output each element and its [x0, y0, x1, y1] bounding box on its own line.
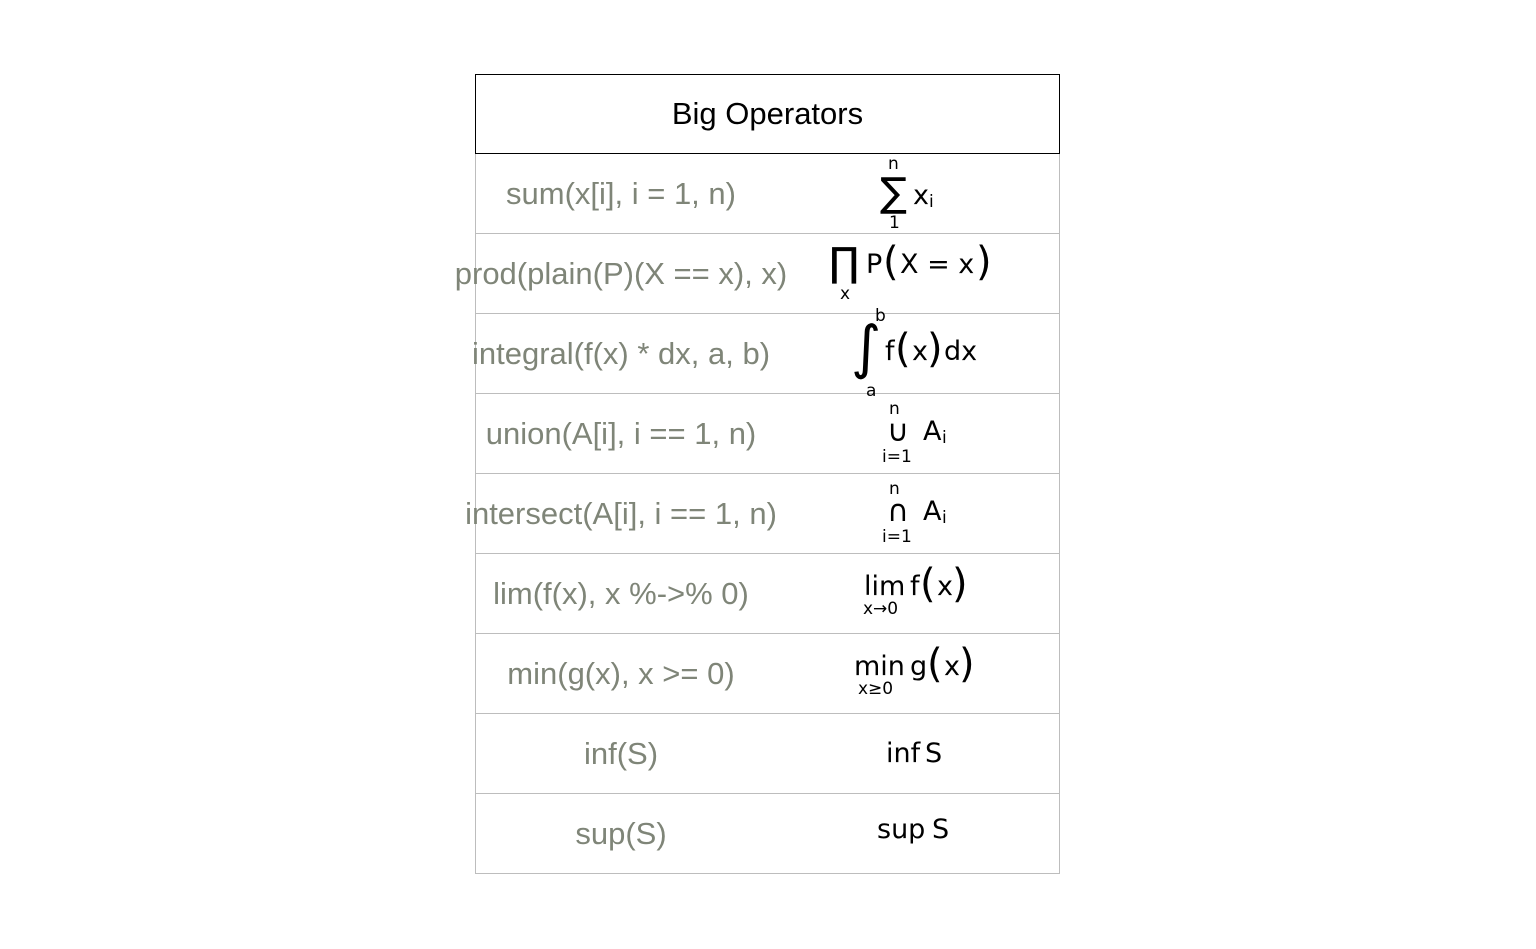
operand-argument: x	[912, 336, 928, 367]
upper-limit: b	[875, 306, 886, 326]
operand-function: f	[885, 336, 895, 367]
expression-code: union(A[i], i == 1, n)	[485, 416, 757, 451]
close-paren: )	[952, 561, 968, 607]
open-paren: (	[895, 326, 911, 372]
operand-subscript: i	[929, 192, 934, 212]
minimum-operator: min	[854, 651, 905, 682]
close-paren: )	[976, 239, 992, 285]
expression-code: sup(S)	[575, 816, 667, 851]
rendered-math: sup S	[769, 794, 1061, 874]
table-title: Big Operators	[475, 74, 1060, 154]
supremum-operator: sup	[877, 814, 926, 845]
lower-limit: x	[840, 284, 851, 304]
open-paren: (	[927, 641, 943, 687]
operand-argument: x	[937, 571, 953, 602]
table-row-sup: sup(S) sup S	[475, 794, 1060, 874]
operand: x	[913, 180, 929, 211]
operand-function: f	[910, 571, 920, 602]
expression-code: integral(f(x) * dx, a, b)	[471, 336, 771, 371]
operand-subscript: i	[942, 428, 947, 448]
operand-subscript: i	[942, 508, 947, 528]
expression-code: intersect(A[i], i == 1, n)	[465, 496, 777, 531]
table-row-union: union(A[i], i == 1, n) n ∪ i=1 A i	[475, 394, 1060, 474]
table-row-intersect: intersect(A[i], i == 1, n) n ∩ i=1 A i	[465, 474, 1061, 554]
close-paren: )	[959, 641, 975, 687]
differential: dx	[944, 336, 978, 367]
operand-argument: x	[944, 651, 960, 682]
rendered-math: ∫ b a f ( x ) dx	[769, 308, 1061, 400]
table-row-sum: sum(x[i], i = 1, n) n ∑ 1 x i	[475, 154, 1060, 234]
open-paren: (	[883, 239, 899, 285]
rendered-math: lim x→0 f ( x )	[769, 554, 1061, 634]
lower-limit: x→0	[863, 599, 899, 619]
infimum-operator: inf	[886, 738, 921, 769]
operand: S	[932, 814, 950, 845]
operand-function: g	[910, 651, 928, 682]
union-operator: ∪	[887, 414, 909, 449]
open-paren: (	[920, 561, 936, 607]
integral-operator: ∫	[851, 313, 882, 381]
table-row-min: min(g(x), x >= 0) min x≥0 g ( x )	[475, 634, 1060, 714]
sum-operator: ∑	[880, 170, 907, 216]
rendered-math: ∏ x P ( X = x )	[769, 234, 1061, 314]
rendered-math: n ∑ 1 x i	[769, 154, 1061, 234]
intersection-operator: ∩	[887, 494, 909, 529]
expression-code: inf(S)	[583, 736, 659, 771]
expression-code: prod(plain(P)(X == x), x)	[454, 256, 788, 291]
operand: S	[925, 738, 943, 769]
operand-argument: X = x	[900, 249, 975, 280]
product-operator: ∏	[829, 240, 860, 286]
close-paren: )	[927, 326, 943, 372]
expression-code: sum(x[i], i = 1, n)	[506, 176, 736, 211]
rendered-math: n ∪ i=1 A i	[769, 394, 1061, 474]
operand: A	[923, 496, 942, 527]
lower-limit: i=1	[882, 527, 912, 547]
lower-limit: i=1	[882, 447, 912, 467]
table-row-inf: inf(S) inf S	[475, 714, 1060, 794]
big-operators-table: Big Operators sum(x[i], i = 1, n) n ∑ 1 …	[455, 74, 1061, 874]
lower-limit: 1	[889, 213, 900, 233]
rendered-math: n ∩ i=1 A i	[769, 474, 1061, 554]
expression-code: lim(f(x), x %->% 0)	[493, 576, 749, 611]
expression-code: min(g(x), x >= 0)	[507, 656, 735, 691]
lower-limit: x≥0	[858, 679, 894, 699]
rendered-math: inf S	[769, 714, 1061, 794]
limit-operator: lim	[864, 571, 906, 602]
table-row-lim: lim(f(x), x %->% 0) lim x→0 f ( x )	[475, 554, 1060, 634]
table-row-integral: integral(f(x) * dx, a, b) ∫ b a f ( x ) …	[472, 308, 1061, 400]
rendered-math: min x≥0 g ( x )	[769, 634, 1061, 714]
operand: A	[923, 416, 942, 447]
operand-function: P	[866, 249, 883, 280]
table-row-prod: prod(plain(P)(X == x), x) ∏ x P ( X = x …	[455, 234, 1061, 314]
